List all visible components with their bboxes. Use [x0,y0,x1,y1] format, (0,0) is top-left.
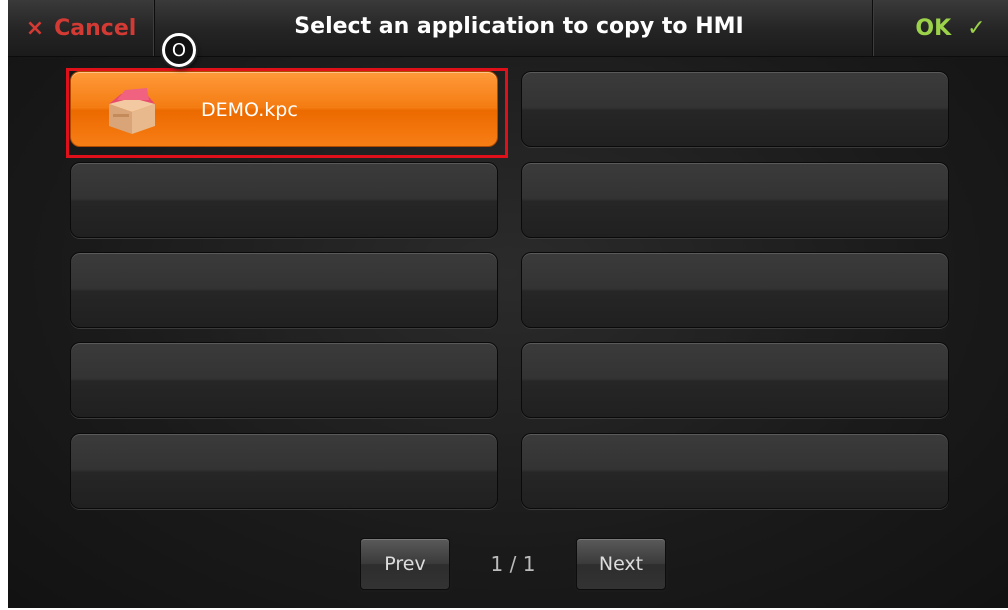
app-slot-empty[interactable] [70,342,498,418]
package-box-icon [109,88,155,134]
annotation-marker: O [162,33,196,67]
app-slot-empty[interactable] [521,342,949,418]
app-slot-empty[interactable] [521,71,949,147]
hmi-screen: × Cancel Select an application to copy t… [8,0,1008,608]
checkmark-icon: ✓ [967,15,986,41]
app-slot-empty[interactable] [70,433,498,509]
app-slot-empty[interactable] [521,433,949,509]
prev-button[interactable]: Prev [360,538,450,590]
cancel-button[interactable]: × Cancel [8,0,155,56]
close-icon: × [25,15,45,41]
pagination-bar: Prev 1 / 1 Next [8,534,1008,594]
ok-button[interactable]: OK ✓ [872,0,1008,56]
app-slot-empty[interactable] [521,162,949,238]
app-slot-empty[interactable] [70,252,498,328]
cancel-label: Cancel [54,15,137,41]
app-slot-empty[interactable] [521,252,949,328]
page-title: Select an application to copy to HMI [294,14,744,39]
title-bar: × Cancel Select an application to copy t… [8,0,1008,57]
app-slot-empty[interactable] [70,162,498,238]
app-slot-demo[interactable]: DEMO.kpc [70,71,498,147]
next-button[interactable]: Next [576,538,666,590]
app-name-label: DEMO.kpc [201,99,298,121]
ok-label: OK [915,15,952,41]
page-indicator: 1 / 1 [490,552,536,576]
